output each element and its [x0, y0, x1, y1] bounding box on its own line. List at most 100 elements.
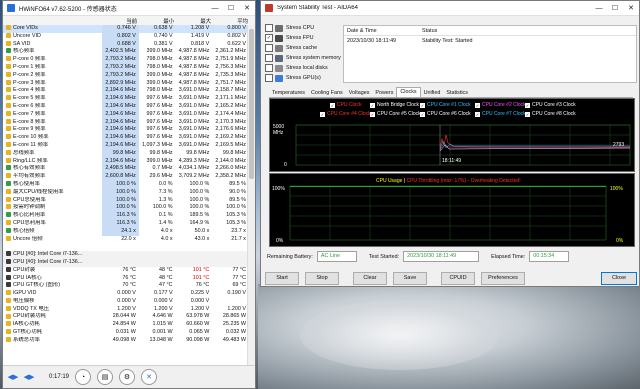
sensor-row[interactable]: P-core 3 频率 2,892.9 MHz 399.0 MHz 4,987.8 M… — [3, 79, 249, 88]
close-button[interactable]: ✕ — [239, 1, 255, 15]
tab-unified[interactable]: Unified — [421, 89, 444, 97]
column-header-avg[interactable]: 平均 — [214, 17, 251, 25]
stress-checkbox[interactable] — [265, 44, 273, 52]
sensor-min: 798.0 MHz — [146, 63, 173, 70]
sst-close-button[interactable]: ✕ — [623, 1, 639, 15]
sensor-min: 997.6 MHz — [146, 102, 173, 109]
nav-right-icon[interactable]: ◀▶ — [23, 371, 35, 383]
stress-checkbox[interactable] — [265, 64, 273, 72]
sensor-row[interactable]: 电压偏移 0.000 V 0.000 V 0.000 V — [3, 298, 249, 306]
sensor-row[interactable]: E-core 7 频率 2,194.6 MHz 997.6 MHz 3,691.0 M… — [3, 110, 249, 119]
tab-powers[interactable]: Powers — [372, 89, 396, 97]
sensor-row[interactable]: E-core 4 频率 2,194.6 MHz 798.0 MHz 3,691.0 M… — [3, 87, 249, 96]
sensor-row[interactable]: IA核心功耗 24.854 W 1.015 W 60.660 W 25.235 W — [3, 321, 249, 329]
sensor-row[interactable]: CPU总利用率 116.3 % 1.4 % 164.9 % 105.3 % — [3, 219, 249, 228]
sensor-row[interactable]: 核心频率 2,402.5 MHz 399.0 MHz 4,987.8 MHz 2,361… — [3, 48, 249, 57]
tab-temperatures[interactable]: Temperatures — [269, 89, 308, 97]
clear-button[interactable]: Clear — [353, 272, 387, 285]
column-header-max[interactable]: 最大 — [177, 17, 214, 25]
hwinfo-titlebar[interactable]: HWiNFO64 v7.62-5200 - 传感器状态 — ☐ ✕ — [3, 1, 255, 16]
sensor-row[interactable]: E-core 6 频率 2,194.6 MHz 997.6 MHz 3,691.0 M… — [3, 102, 249, 111]
sensor-row[interactable]: CPU总使用率 100.0 % 1.3 % 100.0 % 89.5 % — [3, 196, 249, 205]
sst-minimize-button[interactable]: — — [591, 1, 607, 15]
stress-option[interactable]: Stress GPU(s) — [265, 73, 341, 83]
sensor-row[interactable]: 平均有效频率 2,600.8 MHz 29.6 MHz 3,709.2 MHz 2,35… — [3, 173, 249, 181]
sensor-row[interactable]: E-core 9 频率 2,194.6 MHz 997.6 MHz 3,691.0 M… — [3, 126, 249, 135]
sensor-name: Core VIDs — [13, 25, 38, 31]
sensor-row[interactable]: E-core 11 频率 2,194.6 MHz 1,097.3 MHz 3,691.… — [3, 141, 249, 150]
scrollbar-thumb[interactable] — [249, 29, 254, 179]
stress-option[interactable]: ✓ Stress FPU — [265, 33, 341, 43]
start-button[interactable]: Start — [265, 272, 299, 285]
sensor-row[interactable]: P-core 1 频率 2,793.2 MHz 798.0 MHz 4,987.8 M… — [3, 63, 249, 72]
sensor-row[interactable]: P-core 2 频率 2,793.2 MHz 399.0 MHz 4,987.8 M… — [3, 71, 249, 80]
cpuid-button[interactable]: CPUID — [441, 272, 475, 285]
sensor-name: CPU总利用率 — [13, 219, 46, 226]
sensor-row[interactable]: CPU GT核心 (图形) 70 °C 47 °C 76 °C 69 °C — [3, 282, 249, 290]
settings-icon[interactable]: ⚙ — [119, 369, 136, 385]
sensor-row[interactable]: 最大CPU/线程使用率 100.0 % 7.3 % 100.0 % 90.0 % — [3, 188, 249, 197]
sensor-row[interactable]: 系统总功率 49.098 W 13.048 W 90.098 W 49.483 W — [3, 337, 249, 345]
sensor-row[interactable]: iGPU VID 0.000 V 0.177 V 0.225 V 0.190 V — [3, 290, 249, 298]
sensor-list[interactable]: Core VIDs 0.746 V 0.638 V 1.208 V 0.800 V Unc… — [3, 25, 249, 365]
tab-statistics[interactable]: Statistics — [443, 89, 471, 97]
sensor-row[interactable]: 核心倍频 24.1 x 4.0 x 50.0 x 23.7 x — [3, 227, 249, 236]
stress-checkbox[interactable]: ✓ — [265, 34, 273, 42]
sensor-row[interactable]: 按需时钟调制 100.0 % 100.0 % 100.0 % 100.0 % — [3, 204, 249, 213]
graph-tabs: Temperatures Cooling Fans Voltages Powers Cl… — [269, 87, 633, 98]
sensor-row[interactable]: SA VID 0.688 V 0.381 V 0.818 V 0.622 V — [3, 40, 249, 49]
sensor-row[interactable]: Core VIDs 0.746 V 0.638 V 1.208 V 0.800 V — [3, 25, 249, 33]
sensor-row[interactable]: Ring/LLC 频率 2,194.6 MHz 399.0 MHz 4,289.3 M… — [3, 157, 249, 166]
sst-close-dialog-button[interactable]: Close — [601, 272, 637, 285]
cpu-usage-title: CPU Usage — [376, 178, 403, 184]
sensor-list-scrollbar[interactable] — [247, 25, 255, 365]
sensor-row[interactable]: 核心比利用率 116.3 % 0.1 % 189.5 % 105.3 % — [3, 212, 249, 220]
report-icon[interactable]: ▤ — [97, 369, 114, 385]
sensor-current: 2,194.6 MHz — [102, 141, 139, 150]
stress-checkbox[interactable] — [265, 54, 273, 62]
status-row[interactable]: 2023/10/30 18:11:49 Stability Test: Star… — [344, 36, 636, 45]
minimize-button[interactable]: — — [207, 1, 223, 15]
stop-button[interactable]: Stop — [305, 272, 339, 285]
save-button[interactable]: Save — [393, 272, 427, 285]
sensor-row[interactable]: VDDQ TX 电压 1.200 V 1.200 V 1.200 V 1.200 V — [3, 306, 249, 314]
stress-option[interactable]: Stress system memory — [265, 53, 341, 63]
sensor-row[interactable]: CPU IA核心 76 °C 48 °C 101 °C 77 °C — [3, 275, 249, 283]
sensor-row[interactable]: P-core 0 频率 2,793.2 MHz 798.0 MHz 4,987.8 M… — [3, 56, 249, 64]
stress-checkbox[interactable] — [265, 24, 273, 32]
sensor-name: Uncore 倍频 — [13, 235, 43, 242]
preferences-button[interactable]: Preferences — [481, 272, 525, 285]
sensor-row[interactable]: GT核心功耗 0.031 W 0.001 W 0.065 W 0.032 W — [3, 329, 249, 337]
sensor-avg: 69 °C — [232, 282, 246, 289]
maximize-button[interactable]: ☐ — [223, 1, 239, 15]
tab-voltages[interactable]: Voltages — [346, 89, 373, 97]
stress-checkbox[interactable] — [265, 74, 273, 82]
sst-titlebar[interactable]: System Stability Test - AIDA64 — ☐ ✕ — [261, 1, 639, 16]
sensor-row[interactable]: E-core 5 频率 2,194.6 MHz 997.6 MHz 3,691.0 M… — [3, 95, 249, 103]
sensor-row[interactable]: E-core 10 频率 2,194.6 MHz 997.6 MHz 3,691.0 … — [3, 134, 249, 142]
close-sensors-icon[interactable]: ✕ — [141, 369, 158, 385]
nav-left-icon[interactable]: ◀▶ — [7, 371, 19, 383]
column-header-current[interactable]: 当前 — [103, 17, 140, 25]
tab-clocks[interactable]: Clocks — [396, 87, 421, 97]
sensor-row[interactable]: Uncore 倍频 22.0 x 4.0 x 43.0 x 21.7 x — [3, 236, 249, 244]
stress-option[interactable]: Stress local disks — [265, 63, 341, 73]
column-header-min[interactable]: 最小 — [140, 17, 177, 25]
stress-option[interactable]: Stress CPU — [265, 23, 341, 33]
sensor-group-header[interactable]: CPU [#0]: Intel Core i7-136... — [3, 258, 249, 267]
sensor-group-header[interactable]: CPU [#0]: Intel Core i7-136... — [3, 251, 249, 259]
sensor-row[interactable]: 核心有效频率 2,498.5 MHz 0.7 MHz 4,034.1 MHz 2,266… — [3, 165, 249, 174]
sensor-min: 997.6 MHz — [146, 126, 173, 133]
sensor-row[interactable]: E-core 8 频率 2,194.6 MHz 997.6 MHz 3,691.0 M… — [3, 118, 249, 127]
sst-maximize-button[interactable]: ☐ — [607, 1, 623, 15]
sensor-row[interactable]: 核心使用率 100.0 % 0.0 % 100.0 % 89.5 % — [3, 180, 249, 189]
sensor-avg: 2,165.2 MHz — [215, 102, 246, 109]
stress-option[interactable]: Stress cache — [265, 43, 341, 53]
sensor-row[interactable]: Uncore VID 0.802 V 0.740 V 1.419 V 0.802 V — [3, 32, 249, 41]
sensor-type-icon — [6, 188, 11, 194]
sensor-row[interactable]: CPU封装功耗 28.044 W 4.646 W 63.978 W 28.865 W — [3, 313, 249, 321]
sensor-row[interactable]: CPU封装 76 °C 48 °C 101 °C 77 °C — [3, 267, 249, 275]
tab-cooling-fans[interactable]: Cooling Fans — [308, 89, 346, 97]
sensor-row[interactable]: 总线频率 99.8 MHz 99.8 MHz 99.8 MHz 99.8 MHz — [3, 149, 249, 158]
clock-icon[interactable]: ◔ — [75, 369, 92, 385]
